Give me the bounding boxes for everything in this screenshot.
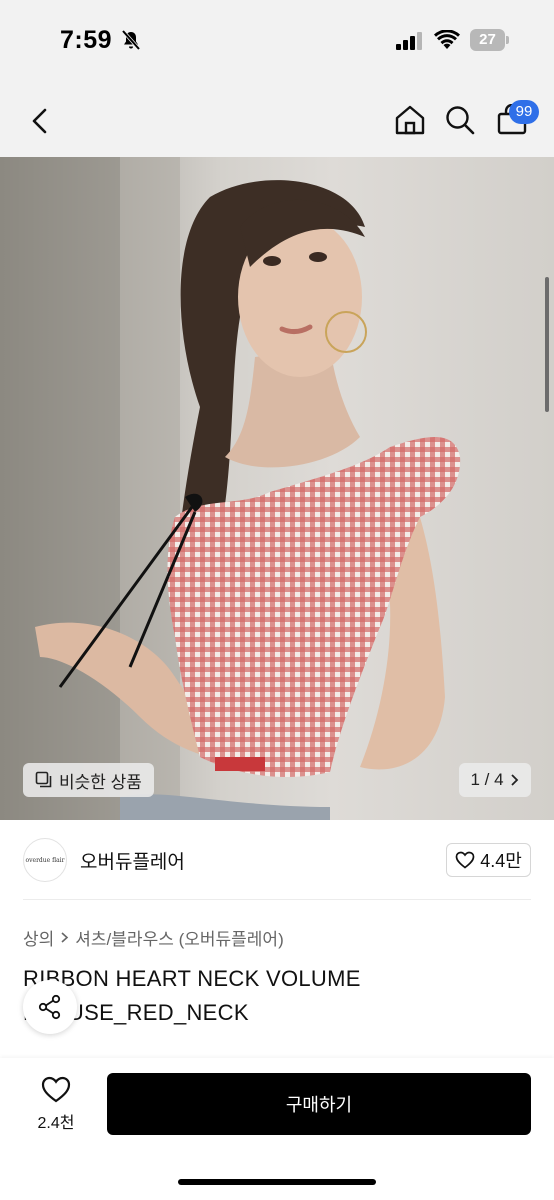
bottom-bar: 2.4천 구매하기 — [0, 1058, 554, 1200]
category-parent[interactable]: 상의 — [23, 925, 54, 950]
divider — [23, 899, 531, 900]
chevron-right-icon — [61, 932, 69, 943]
brand-logo-text: overdue flair — [25, 856, 65, 864]
similar-items-icon — [35, 771, 52, 788]
brand-like-count: 4.4만 — [480, 851, 522, 871]
home-indicator[interactable] — [178, 1179, 376, 1185]
app-header: 99 — [0, 84, 554, 157]
category-child[interactable]: 셔츠/블라우스 (오버듀플레어) — [75, 925, 283, 950]
wishlist-button[interactable]: 2.4천 — [26, 1076, 86, 1136]
share-icon — [38, 994, 61, 1020]
cart-badge: 99 — [509, 100, 539, 124]
share-button[interactable] — [23, 980, 77, 1034]
battery-icon: 27 — [470, 29, 510, 51]
buy-button[interactable]: 구매하기 — [107, 1073, 531, 1135]
back-icon[interactable] — [26, 106, 54, 136]
signal-icon — [396, 32, 422, 50]
product-title: RIBBON HEART NECK VOLUME BLOUSE_RED_NECK — [23, 966, 361, 1025]
battery-level: 27 — [479, 31, 496, 48]
brand-logo[interactable]: overdue flair — [23, 838, 67, 882]
scroll-indicator[interactable] — [545, 277, 549, 412]
image-pager[interactable]: 1 / 4 — [459, 763, 531, 797]
status-bar: 7:59 27 — [0, 0, 554, 84]
search-icon[interactable] — [444, 104, 476, 136]
brand-like-button[interactable]: 4.4만 — [446, 843, 531, 877]
chevron-right-icon — [510, 774, 518, 786]
category-breadcrumb: 상의 셔츠/블라우스 (오버듀플레어) — [23, 925, 284, 950]
home-icon[interactable] — [394, 104, 426, 136]
heart-icon — [41, 1076, 71, 1103]
model-photo — [0, 157, 461, 820]
brand-name[interactable]: 오버듀플레어 — [80, 847, 185, 874]
wifi-icon — [434, 30, 460, 49]
bell-slash-icon — [121, 29, 141, 51]
brand-row[interactable]: overdue flair 오버듀플레어 4.4만 — [0, 820, 554, 900]
image-pager-text: 1 / 4 — [470, 770, 504, 789]
product-image[interactable]: 비슷한 상품 1 / 4 — [0, 157, 554, 820]
wishlist-count: 2.4천 — [37, 1115, 75, 1132]
status-time: 7:59 — [60, 26, 113, 54]
heart-icon — [455, 851, 475, 869]
similar-products-button[interactable]: 비슷한 상품 — [23, 763, 154, 797]
similar-products-label: 비슷한 상품 — [59, 772, 142, 792]
